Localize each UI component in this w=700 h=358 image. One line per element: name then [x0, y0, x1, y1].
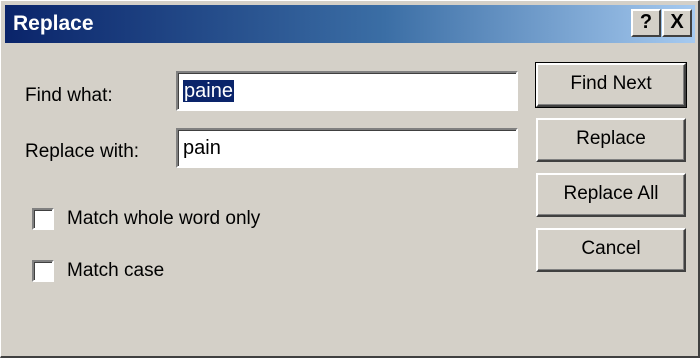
replace-all-button[interactable]: Replace All: [536, 173, 686, 217]
replace-with-value: pain: [183, 137, 221, 159]
title-bar[interactable]: Replace ? X: [5, 5, 695, 43]
help-button[interactable]: ?: [631, 9, 661, 37]
match-case-checkbox[interactable]: [32, 260, 54, 282]
replace-button[interactable]: Replace: [536, 118, 686, 162]
find-what-value: paine: [183, 80, 234, 102]
close-button[interactable]: X: [662, 9, 692, 37]
match-whole-word-label[interactable]: Match whole word only: [67, 208, 260, 230]
close-icon: X: [670, 11, 684, 33]
find-what-label: Find what:: [25, 85, 113, 106]
cancel-button[interactable]: Cancel: [536, 228, 686, 272]
find-what-input[interactable]: paine: [176, 71, 518, 111]
dialog-title: Replace: [13, 12, 94, 35]
find-next-button[interactable]: Find Next: [535, 62, 687, 108]
match-whole-word-checkbox[interactable]: [32, 208, 54, 230]
replace-with-label: Replace with:: [25, 141, 140, 162]
replace-with-input[interactable]: pain: [176, 128, 518, 168]
help-icon: ?: [639, 11, 653, 33]
match-case-label[interactable]: Match case: [67, 260, 164, 282]
replace-dialog: Replace ? X Find what: paine Replace wit…: [0, 0, 700, 358]
